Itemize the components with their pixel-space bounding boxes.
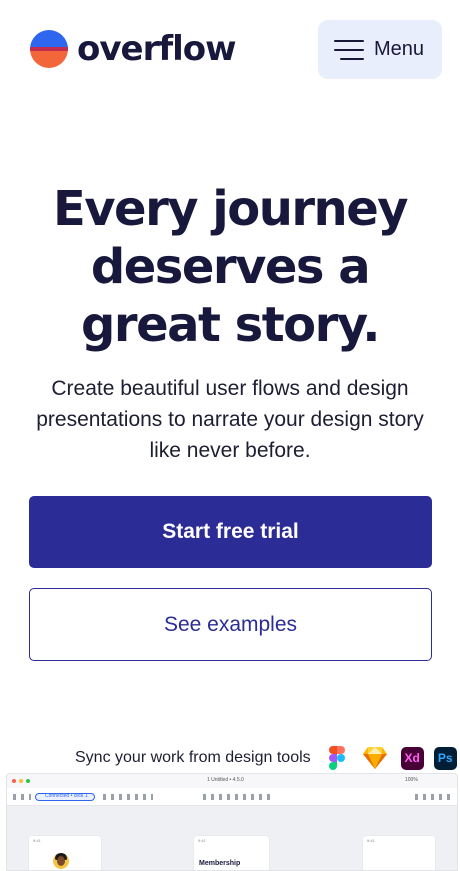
document-title: 1 Untitled • 4.5.0 (207, 777, 244, 783)
frame-time: 9:41 (33, 838, 41, 843)
avatar (53, 853, 69, 869)
window-titlebar: 1 Untitled • 4.5.0 100% (7, 774, 457, 788)
menu-button[interactable]: Menu (318, 20, 442, 79)
design-canvas: 9:41 9:41 Membership 9:41 (7, 806, 457, 870)
toolbar-icons-align (203, 794, 275, 800)
minimize-dot-icon (19, 779, 23, 783)
design-tools-sync: Sync your work from design tools Xd Ps (75, 743, 457, 773)
frame-time: 9:41 (198, 838, 206, 843)
zoom-level: 100% (405, 777, 418, 783)
screen-frame: 9:41 (363, 836, 435, 870)
brand-logo[interactable]: overflow (30, 29, 237, 69)
hero-subtitle: Create beautiful user flows and design p… (36, 377, 424, 462)
photoshop-icon: Ps (433, 746, 457, 770)
screen-frame: 9:41 Membership (194, 836, 269, 870)
toolbar-icons-right (415, 794, 453, 800)
maximize-dot-icon (26, 779, 30, 783)
app-preview-screenshot: 1 Untitled • 4.5.0 100% Connected • clic… (6, 773, 458, 871)
screen-frame: 9:41 (29, 836, 101, 870)
figma-icon (325, 746, 349, 770)
frame-time: 9:41 (367, 838, 375, 843)
brand-name: overflow (77, 29, 237, 69)
toolbar-icons-tools (103, 794, 153, 800)
frame-title: Membership (199, 860, 241, 867)
connection-pill-label: Connected • click 1 (45, 793, 88, 799)
app-toolbar: Connected • click 1 (7, 788, 457, 806)
see-examples-button[interactable]: See examples (29, 588, 432, 661)
site-header: overflow Menu (0, 0, 460, 100)
sketch-icon (362, 746, 387, 770)
close-dot-icon (12, 779, 16, 783)
adobe-xd-icon: Xd (400, 746, 424, 770)
overflow-logo-icon (30, 30, 68, 68)
hamburger-icon (334, 39, 364, 61)
toolbar-icons-left (13, 794, 31, 800)
start-free-trial-button[interactable]: Start free trial (29, 496, 432, 568)
menu-label: Menu (374, 38, 425, 60)
hero-title: Every journey deserves a great story. (52, 181, 409, 353)
sync-label: Sync your work from design tools (75, 749, 311, 766)
